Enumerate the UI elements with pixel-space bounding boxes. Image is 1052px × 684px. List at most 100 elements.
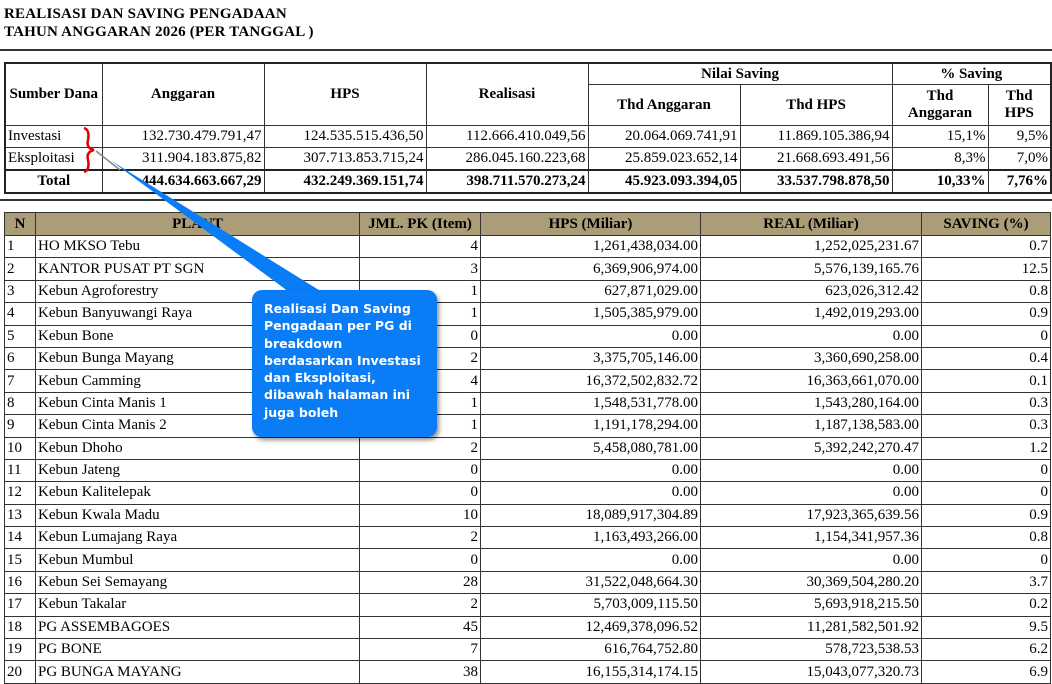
real-value: 578,723,538.53: [700, 638, 922, 662]
sumber-dana: Eksploitasi: [4, 147, 103, 171]
saving-pct: 9.5: [921, 615, 1051, 640]
ps-anggaran: 10,33%: [891, 169, 989, 194]
header-saving: SAVING (%): [921, 212, 1051, 236]
real-value: 3,360,690,258.00: [700, 346, 922, 371]
header-nilai-saving: Nilai Saving: [587, 62, 893, 85]
row-number: 14: [4, 526, 36, 550]
real-value: 0.00: [700, 458, 922, 483]
row-number: 13: [4, 503, 36, 528]
row-number: 9: [4, 414, 36, 438]
hps-value: 16,155,314,174.15: [480, 660, 701, 684]
saving-pct: 0.8: [921, 279, 1051, 304]
row-number: 8: [4, 391, 36, 416]
jml-pk: 7: [359, 638, 481, 662]
ps-hps: 7,76%: [987, 169, 1052, 194]
jml-pk: 38: [359, 660, 481, 684]
anggaran: 311.904.183.875,82: [101, 147, 265, 171]
table-row: 5 Kebun Bone 0 0.00 0.00 0: [4, 324, 1051, 348]
saving-pct: 0.3: [921, 414, 1051, 438]
saving-pct: 3.7: [921, 570, 1051, 595]
ps-hps: 7,0%: [987, 147, 1052, 171]
hps-value: 0.00: [480, 324, 701, 348]
saving-pct: 0: [921, 548, 1051, 572]
hps-value: 1,261,438,034.00: [480, 234, 701, 259]
jml-pk: 45: [359, 615, 481, 640]
jml-pk: 10: [359, 503, 481, 528]
hps-value: 616,764,752.80: [480, 638, 701, 662]
anggaran: 132.730.479.791,47: [101, 125, 265, 148]
jml-pk: 3: [359, 257, 481, 281]
annotation-callout: Realisasi Dan Saving Pengadaan per PG di…: [252, 290, 437, 437]
saving-pct: 1.2: [921, 436, 1051, 460]
ns-hps: 21.668.693.491,56: [739, 147, 893, 171]
divider: [0, 49, 1052, 51]
ns-hps: 11.869.105.386,94: [739, 125, 893, 148]
table-row: 13 Kebun Kwala Madu 10 18,089,917,304.89 17,…: [4, 503, 1051, 528]
hps-value: 0.00: [480, 458, 701, 483]
hps-value: 1,505,385,979.00: [480, 302, 701, 326]
saving-pct: 0.9: [921, 302, 1051, 326]
table-row: 2 KANTOR PUSAT PT SGN 3 6,369,906,974.00 5,5…: [4, 257, 1051, 281]
plant-name: HO MKSO Tebu: [35, 234, 360, 259]
table-row: 9 Kebun Cinta Manis 2 1 1,191,178,294.00 1,1…: [4, 414, 1051, 438]
table-row: 7 Kebun Camming 4 16,372,502,832.72 16,363,6…: [4, 369, 1051, 393]
plant-name: Kebun Sei Semayang: [35, 570, 360, 595]
header-ns-thd-anggaran: Thd Anggaran: [587, 84, 741, 126]
table-row: 12 Kebun Kalitelepak 0 0.00 0.00 0: [4, 481, 1051, 505]
hps-value: 18,089,917,304.89: [480, 503, 701, 528]
jml-pk: 28: [359, 570, 481, 595]
header-jml-pk: JML. PK (Item): [359, 212, 481, 236]
hps: 124.535.515.436,50: [263, 125, 427, 148]
ns-anggaran: 25.859.023.652,14: [587, 147, 741, 171]
saving-pct: 0: [921, 458, 1051, 483]
real-value: 17,923,365,639.56: [700, 503, 922, 528]
header-n: N: [4, 212, 36, 236]
row-number: 20: [4, 660, 36, 684]
hps-value: 0.00: [480, 481, 701, 505]
saving-pct: 12.5: [921, 257, 1051, 281]
row-number: 6: [4, 346, 36, 371]
hps: 432.249.369.151,74: [263, 169, 427, 194]
saving-pct: 0.2: [921, 593, 1051, 617]
detail-table: N PLANT JML. PK (Item) HPS (Miliar) REAL (Mi…: [4, 212, 1051, 684]
summary-table: Sumber Dana Anggaran HPS Realisasi Nilai…: [4, 62, 1052, 194]
header-ps-thd-anggaran: Thd Anggaran: [891, 84, 989, 126]
real-value: 0.00: [700, 548, 922, 572]
ps-anggaran: 15,1%: [891, 125, 989, 148]
jml-pk: 4: [359, 234, 481, 259]
plant-name: PG BUNGA MAYANG: [35, 660, 360, 684]
plant-name: Kebun Takalar: [35, 593, 360, 617]
hps-value: 31,522,048,664.30: [480, 570, 701, 595]
table-row: 8 Kebun Cinta Manis 1 1 1,548,531,778.00 1,5…: [4, 391, 1051, 416]
summary-row-total: Total 444.634.663.667,29 432.249.369.151…: [4, 169, 1052, 194]
plant-name: PG BONE: [35, 638, 360, 662]
real-value: 5,693,918,215.50: [700, 593, 922, 617]
table-row: 16 Kebun Sei Semayang 28 31,522,048,664.30 3…: [4, 570, 1051, 595]
hps-value: 1,191,178,294.00: [480, 414, 701, 438]
row-number: 4: [4, 302, 36, 326]
real-value: 5,392,242,270.47: [700, 436, 922, 460]
real-value: 1,543,280,164.00: [700, 391, 922, 416]
header-sumber-dana: Sumber Dana: [4, 62, 103, 126]
hps-value: 12,469,378,096.52: [480, 615, 701, 640]
ns-hps: 33.537.798.878,50: [739, 169, 893, 194]
table-row: 17 Kebun Takalar 2 5,703,009,115.50 5,693,91…: [4, 593, 1051, 617]
table-row: 6 Kebun Bunga Mayang 2 3,375,705,146.00 3,36…: [4, 346, 1051, 371]
jml-pk: 2: [359, 593, 481, 617]
row-number: 18: [4, 615, 36, 640]
plant-name: Kebun Dhoho: [35, 436, 360, 460]
header-pct-saving: % Saving: [891, 62, 1052, 85]
real-value: 1,492,019,293.00: [700, 302, 922, 326]
realisasi: 286.045.160.223,68: [425, 147, 589, 171]
saving-pct: 0.4: [921, 346, 1051, 371]
saving-pct: 0: [921, 324, 1051, 348]
anggaran: 444.634.663.667,29: [101, 169, 265, 194]
ps-hps: 9,5%: [987, 125, 1052, 148]
row-number: 5: [4, 324, 36, 348]
header-real: REAL (Miliar): [700, 212, 922, 236]
table-row: 3 Kebun Agroforestry 1 627,871,029.00 623,02…: [4, 279, 1051, 304]
saving-pct: 6.2: [921, 638, 1051, 662]
table-row: 19 PG BONE 7 616,764,752.80 578,723,538.53 6.…: [4, 638, 1051, 662]
saving-pct: 0.3: [921, 391, 1051, 416]
row-number: 15: [4, 548, 36, 572]
